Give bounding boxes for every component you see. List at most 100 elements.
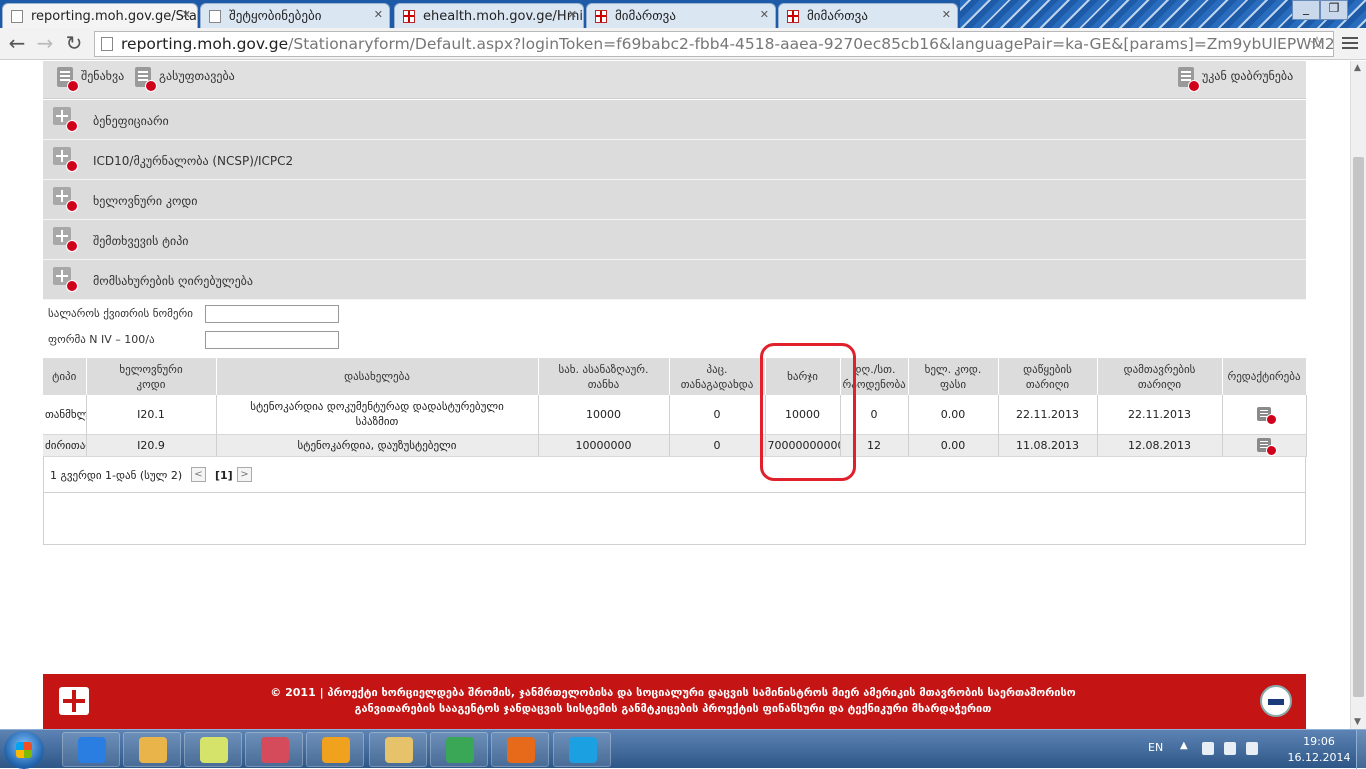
taskbar-app[interactable] <box>306 732 364 767</box>
col-header-start[interactable]: დაწყების თარიღი <box>998 358 1098 395</box>
browser-tab-5[interactable]: მიმართვა ✕ <box>778 3 958 28</box>
taskbar-app[interactable] <box>123 732 181 767</box>
address-bar[interactable]: reporting.moh.gov.ge/Stationaryform/Defa… <box>94 31 1334 57</box>
close-tab-icon[interactable]: ✕ <box>568 8 577 21</box>
footer-line-2: განვითარების სააგენტოს ჯანდაცვის სისტემი… <box>354 702 992 715</box>
file-explorer-icon <box>385 737 413 763</box>
clear-button[interactable]: გასუფთავება <box>135 67 235 93</box>
cell-name: სტენოკარდია, დაუზუსტებელი <box>216 434 539 457</box>
expand-icon[interactable] <box>53 227 78 252</box>
skype-icon <box>569 737 597 763</box>
close-tab-icon[interactable]: ✕ <box>760 8 769 21</box>
scroll-up-icon[interactable]: ▲ <box>1354 63 1361 73</box>
taskbar-app[interactable] <box>553 732 611 767</box>
browser-tab-3[interactable]: ehealth.moh.gov.ge/Hmi ✕ <box>394 3 584 28</box>
section-service-cost[interactable]: მომსახურების ღირებულება <box>43 260 1306 300</box>
current-page[interactable]: [1] <box>215 469 233 482</box>
browser-tab-4[interactable]: მიმართვა ✕ <box>586 3 776 28</box>
col-header-type[interactable]: ტიპი <box>43 358 87 395</box>
scroll-down-icon[interactable]: ▼ <box>1354 717 1361 727</box>
form-number-label: ფორმა N IV – 100/ა <box>48 333 155 346</box>
url-host: reporting.moh.gov.ge <box>121 35 289 53</box>
cell-type: ძირითადი <box>43 434 87 457</box>
close-tab-icon[interactable]: ✕ <box>182 8 191 21</box>
tab-title: მიმართვა <box>615 9 676 24</box>
page-icon <box>209 10 221 23</box>
clear-label: გასუფთავება <box>159 69 235 83</box>
next-page-button[interactable]: > <box>237 467 252 482</box>
windows-start-icon[interactable] <box>4 731 44 769</box>
page-footer: © 2011 | პროექტი ხორციელდება შრომის, ჯან… <box>43 674 1306 729</box>
col-header-price[interactable]: ხელ. კოდ. ფასი <box>908 358 999 395</box>
col-header-amount[interactable]: სახ. ასანაზღაურ. თანხა <box>538 358 670 395</box>
table-row[interactable]: ძირითადი I20.9 სტენოკარდია, დაუზუსტებელი… <box>43 434 1307 457</box>
show-hidden-icons-icon[interactable]: ▲ <box>1180 740 1188 751</box>
expense-highlight-annotation <box>760 343 856 481</box>
tab-title: ehealth.moh.gov.ge/Hmi <box>423 9 583 24</box>
bookmark-star-icon[interactable]: ☆ <box>1309 32 1325 56</box>
windows-taskbar: EN ▲ 19:06 16.12.2014 <box>0 729 1366 769</box>
expand-icon[interactable] <box>53 267 78 292</box>
taskbar-app[interactable] <box>245 732 303 767</box>
edit-icon[interactable] <box>1257 407 1277 426</box>
volume-icon[interactable] <box>1246 742 1258 755</box>
chrome-icon <box>446 737 474 763</box>
section-icd10[interactable]: ICD10/მკურნალობა (NCSP)/ICPC2 <box>43 140 1306 180</box>
close-tab-icon[interactable]: ✕ <box>374 8 383 21</box>
receipt-number-input[interactable] <box>205 305 339 323</box>
browser-tab-1[interactable]: reporting.moh.gov.ge/Sta ✕ <box>2 3 198 28</box>
vertical-scrollbar[interactable]: ▲ ▼ <box>1350 61 1366 729</box>
col-header-end[interactable]: დამთავრების თარიღი <box>1097 358 1223 395</box>
form-number-input[interactable] <box>205 331 339 349</box>
show-desktop-button[interactable] <box>1356 730 1366 769</box>
page-content: შენახვა გასუფთავება უკან დაბრუნება ბენეფ… <box>43 61 1307 729</box>
browser-tab-2[interactable]: შეტყობინებები ✕ <box>200 3 390 28</box>
clock[interactable]: 19:06 16.12.2014 <box>1284 734 1354 766</box>
cell-copay: 0 <box>669 434 766 457</box>
expand-icon[interactable] <box>53 187 78 212</box>
clear-icon <box>135 67 157 92</box>
cell-code: I20.1 <box>86 395 217 435</box>
section-label: ხელოვნური კოდი <box>93 194 198 208</box>
cell-start-date: 11.08.2013 <box>998 434 1098 457</box>
restore-icon[interactable]: ❐ <box>1320 0 1348 20</box>
prev-page-button[interactable]: < <box>191 467 206 482</box>
minimize-icon[interactable]: _ <box>1292 0 1320 20</box>
tab-title: შეტყობინებები <box>229 9 322 24</box>
browser-menu-icon[interactable] <box>1342 34 1358 50</box>
save-icon <box>57 67 79 92</box>
reload-icon[interactable]: ↻ <box>63 32 85 54</box>
taskbar-app[interactable] <box>62 732 120 767</box>
taskbar-app[interactable] <box>491 732 549 767</box>
tray-app-icon[interactable] <box>1202 742 1214 755</box>
browser-toolbar: ← → ↻ reporting.moh.gov.ge/Stationaryfor… <box>0 28 1366 60</box>
sticky-notes-icon <box>200 737 228 763</box>
taskbar-app[interactable] <box>184 732 242 767</box>
taskbar-app[interactable] <box>430 732 488 767</box>
taskbar-app[interactable] <box>369 732 427 767</box>
expand-icon[interactable] <box>53 107 78 132</box>
table-header-row: ტიპი ხელოვნური კოდი დასახელება სახ. ასან… <box>43 358 1307 395</box>
save-button[interactable]: შენახვა <box>57 67 124 93</box>
table-row[interactable]: თანმხლები I20.1 სტენოკარდია დოკუმენტურად… <box>43 395 1307 435</box>
edit-icon[interactable] <box>1257 438 1277 455</box>
back-label: უკან დაბრუნება <box>1202 69 1294 83</box>
section-label: შემთხვევის ტიპი <box>93 234 189 248</box>
back-button[interactable]: უკან დაბრუნება <box>1178 67 1293 93</box>
col-header-copay[interactable]: პაც. თანაგადახდა <box>669 358 766 395</box>
section-beneficiary[interactable]: ბენეფიციარი <box>43 100 1306 140</box>
col-header-name[interactable]: დასახელება <box>216 358 539 395</box>
scrollbar-thumb[interactable] <box>1353 157 1364 697</box>
cell-end-date: 22.11.2013 <box>1097 395 1223 435</box>
forward-arrow-icon[interactable]: → <box>34 32 56 54</box>
col-header-code[interactable]: ხელოვნური კოდი <box>86 358 217 395</box>
system-tray: EN ▲ 19:06 16.12.2014 <box>1136 730 1366 769</box>
back-arrow-icon[interactable]: ← <box>6 32 28 54</box>
tab-title: reporting.moh.gov.ge/Sta <box>31 9 197 24</box>
expand-icon[interactable] <box>53 147 78 172</box>
section-artificial-code[interactable]: ხელოვნური კოდი <box>43 180 1306 220</box>
close-tab-icon[interactable]: ✕ <box>942 8 951 21</box>
section-case-type[interactable]: შემთხვევის ტიპი <box>43 220 1306 260</box>
network-icon[interactable] <box>1224 742 1236 755</box>
language-indicator[interactable]: EN <box>1148 741 1163 754</box>
